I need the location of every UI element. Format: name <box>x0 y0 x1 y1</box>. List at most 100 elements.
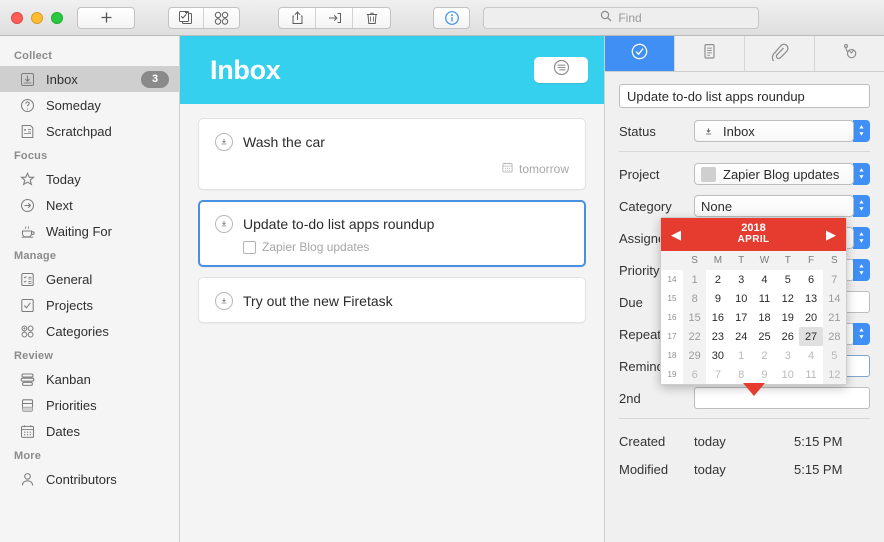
sidebar-item-someday[interactable]: Someday <box>0 92 179 118</box>
calendar-day[interactable]: 29 <box>683 346 706 365</box>
calendar-day[interactable]: 10 <box>730 289 753 308</box>
sidebar-item-waiting-for[interactable]: Waiting For <box>0 218 179 244</box>
calendar-day[interactable]: 2 <box>706 270 729 289</box>
calendar-day[interactable]: 8 <box>683 289 706 308</box>
task-card[interactable]: Update to-do list apps roundup Zapier Bl… <box>198 200 586 267</box>
move-icon[interactable] <box>316 8 353 28</box>
calendar-day[interactable]: 24 <box>730 327 753 346</box>
new-task-icon[interactable] <box>169 8 204 28</box>
calendar-corner <box>661 251 683 270</box>
calendar-day[interactable]: 1 <box>730 346 753 365</box>
calendar-day[interactable]: 1 <box>683 270 706 289</box>
repeat-stepper[interactable]: ▲▼ <box>853 323 870 345</box>
calendar-pointer <box>743 383 765 396</box>
sidebar-item-priorities[interactable]: Priorities <box>0 392 179 418</box>
calendar-day[interactable]: 28 <box>823 327 846 346</box>
calendar-day[interactable]: 20 <box>799 308 822 327</box>
calendar-day[interactable]: 12 <box>776 289 799 308</box>
minimize-button[interactable] <box>31 12 43 24</box>
meta-label: Modified <box>619 462 694 477</box>
calendar-day[interactable]: 30 <box>706 346 729 365</box>
sidebar-item-today[interactable]: Today <box>0 166 179 192</box>
sidebar-item-general[interactable]: General <box>0 266 179 292</box>
status-stepper[interactable]: ▲▼ <box>853 120 870 142</box>
priority-stepper[interactable]: ▲▼ <box>853 259 870 281</box>
calendar-day[interactable]: 10 <box>776 365 799 384</box>
sidebar-item-kanban[interactable]: Kanban <box>0 366 179 392</box>
calendar-day[interactable]: 17 <box>730 308 753 327</box>
close-button[interactable] <box>11 12 23 24</box>
search-input[interactable]: Find <box>483 7 759 29</box>
detail-tab-check-circle[interactable] <box>605 36 675 71</box>
info-button[interactable] <box>433 7 470 29</box>
category-popup[interactable]: None <box>694 195 854 217</box>
meta-label: Created <box>619 434 694 449</box>
assigned-to-stepper[interactable]: ▲▼ <box>853 227 870 249</box>
inbox-task-icon[interactable] <box>215 215 233 233</box>
sidebar-item-projects[interactable]: Projects <box>0 292 179 318</box>
calendar-day[interactable]: 5 <box>776 270 799 289</box>
calendar-day[interactable]: 13 <box>799 289 822 308</box>
task-card[interactable]: Wash the car tomorrow <box>198 118 586 190</box>
calendar-day[interactable]: 18 <box>753 308 776 327</box>
sidebar-item-contributors[interactable]: Contributors <box>0 466 179 492</box>
detail-tab-paperclip[interactable] <box>745 36 815 71</box>
calendar-day[interactable]: 6 <box>799 270 822 289</box>
calendar-day[interactable]: 3 <box>730 270 753 289</box>
calendar-day[interactable]: 16 <box>706 308 729 327</box>
sidebar-item-scratchpad[interactable]: Scratchpad <box>0 118 179 144</box>
field-label-2nd: 2nd <box>619 391 694 406</box>
detail-tab-notes[interactable] <box>675 36 745 71</box>
calendar-day[interactable]: 2 <box>753 346 776 365</box>
calendar-day[interactable]: 6 <box>683 365 706 384</box>
sidebar-item-categories[interactable]: Categories <box>0 318 179 344</box>
categories-icon[interactable] <box>204 8 239 28</box>
calendar-day[interactable]: 5 <box>823 346 846 365</box>
calendar-day[interactable]: 19 <box>776 308 799 327</box>
calendar-day[interactable]: 9 <box>753 365 776 384</box>
date-picker-popup[interactable]: ◀ 2018 APRIL ▶ SMTWTFS141234567158910111… <box>660 217 847 385</box>
share-icon[interactable] <box>279 8 316 28</box>
sidebar-item-next[interactable]: Next <box>0 192 179 218</box>
calendar-day[interactable]: 9 <box>706 289 729 308</box>
new-task-button[interactable] <box>77 7 135 29</box>
zoom-button[interactable] <box>51 12 63 24</box>
calendar-day[interactable]: 22 <box>683 327 706 346</box>
detail-tab-subtasks[interactable] <box>815 36 884 71</box>
inbox-task-icon[interactable] <box>215 133 233 151</box>
prev-month-button[interactable]: ◀ <box>671 228 681 241</box>
calendar-day[interactable]: 7 <box>823 270 846 289</box>
2nd-input[interactable] <box>694 387 870 409</box>
sidebar-item-inbox[interactable]: Inbox3 <box>0 66 179 92</box>
calendar-day[interactable]: 12 <box>823 365 846 384</box>
calendar-day[interactable]: 23 <box>706 327 729 346</box>
project-stepper[interactable]: ▲▼ <box>853 163 870 185</box>
calendar-day[interactable]: 15 <box>683 308 706 327</box>
status-popup[interactable]: Inbox <box>694 120 854 142</box>
task-card[interactable]: Try out the new Firetask <box>198 277 586 323</box>
calendar-day[interactable]: 26 <box>776 327 799 346</box>
calendar-day[interactable]: 7 <box>706 365 729 384</box>
category-stepper[interactable]: ▲▼ <box>853 195 870 217</box>
category-value: None <box>701 199 732 214</box>
sort-options-button[interactable] <box>534 57 588 83</box>
calendar-day[interactable]: 27 <box>799 327 822 346</box>
project-popup[interactable]: Zapier Blog updates <box>694 163 854 185</box>
inbox-task-icon[interactable] <box>215 292 233 310</box>
calendar-day[interactable]: 21 <box>823 308 846 327</box>
trash-icon[interactable] <box>353 8 390 28</box>
calendar-week-number: 17 <box>661 327 683 346</box>
field-control-2nd <box>694 387 870 409</box>
calendar-day[interactable]: 14 <box>823 289 846 308</box>
calendar-day[interactable]: 3 <box>776 346 799 365</box>
next-month-button[interactable]: ▶ <box>826 228 836 241</box>
calendar-day[interactable]: 8 <box>730 365 753 384</box>
scratchpad-icon <box>18 122 37 141</box>
calendar-day[interactable]: 25 <box>753 327 776 346</box>
calendar-day[interactable]: 11 <box>799 365 822 384</box>
sidebar-item-dates[interactable]: Dates <box>0 418 179 444</box>
calendar-day[interactable]: 11 <box>753 289 776 308</box>
calendar-day[interactable]: 4 <box>753 270 776 289</box>
task-title-field[interactable]: Update to-do list apps roundup <box>619 84 870 108</box>
calendar-day[interactable]: 4 <box>799 346 822 365</box>
